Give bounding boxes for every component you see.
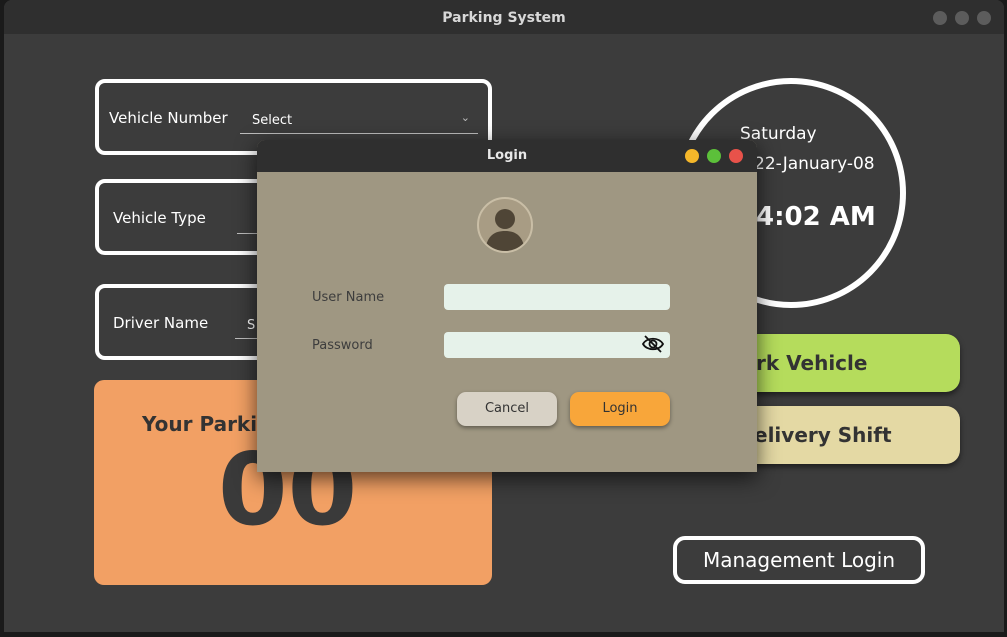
driver-name-label: Driver Name [113, 314, 209, 332]
login-button[interactable]: Login [570, 392, 670, 426]
delivery-shift-label: elivery Shift [754, 423, 892, 447]
login-dialog: Login User Name Password Cancel Login [257, 140, 757, 472]
window-titlebar: Parking System [4, 0, 1004, 34]
eye-slash-icon[interactable] [641, 334, 665, 354]
clock-time: 4:02 AM [756, 202, 876, 232]
vehicle-type-label: Vehicle Type [113, 209, 206, 227]
vehicle-number-select[interactable]: Select ⌄ [240, 109, 478, 134]
user-avatar-icon [477, 197, 533, 253]
login-dialog-title: Login [486, 148, 528, 163]
password-label: Password [312, 338, 373, 353]
window-title: Parking System [442, 10, 566, 26]
driver-name-value: S [247, 318, 256, 333]
park-vehicle-label: rk Vehicle [756, 351, 868, 375]
cancel-label: Cancel [484, 401, 530, 416]
maximize-icon[interactable] [955, 11, 969, 25]
clock-date: 22-January-08 [754, 154, 875, 174]
username-label: User Name [312, 290, 385, 305]
cancel-button[interactable]: Cancel [457, 392, 557, 426]
close-icon[interactable] [977, 11, 991, 25]
close-icon[interactable] [729, 149, 743, 163]
vehicle-number-value: Select [252, 113, 293, 128]
login-dialog-titlebar: Login [257, 140, 757, 172]
management-login-label: Management Login [702, 548, 896, 572]
minimize-icon[interactable] [685, 149, 699, 163]
vehicle-number-label: Vehicle Number [109, 109, 228, 127]
management-login-button[interactable]: Management Login [673, 536, 925, 584]
chevron-down-icon: ⌄ [460, 111, 470, 124]
login-label: Login [602, 401, 638, 416]
password-input[interactable] [444, 332, 670, 358]
username-input[interactable] [444, 284, 670, 310]
maximize-icon[interactable] [707, 149, 721, 163]
minimize-icon[interactable] [933, 11, 947, 25]
